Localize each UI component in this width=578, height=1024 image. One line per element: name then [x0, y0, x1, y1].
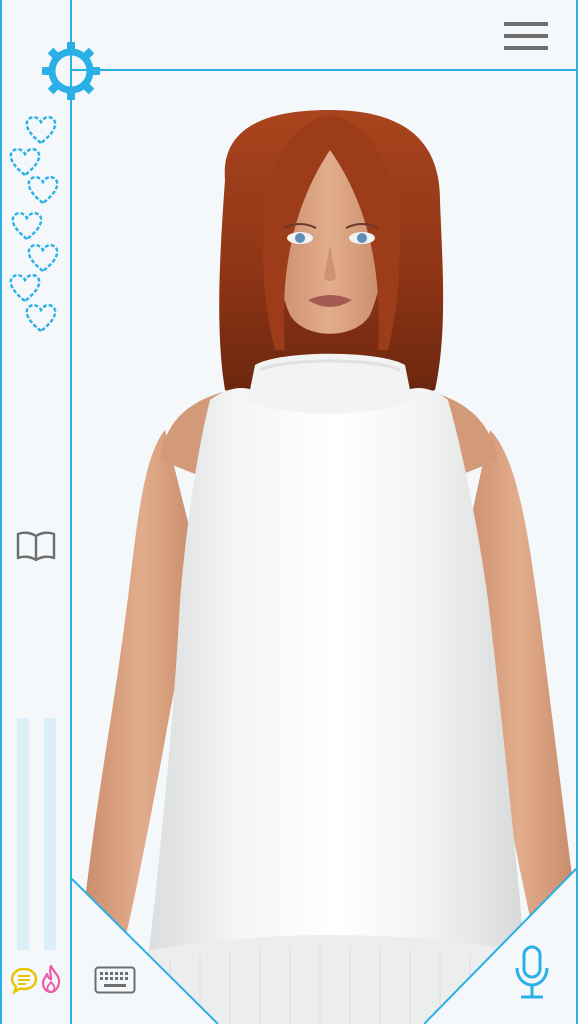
- bottom-right-corner-panel: [424, 868, 578, 1024]
- heart-icon: [25, 115, 57, 145]
- app-screen: [0, 0, 578, 1024]
- microphone-icon[interactable]: [512, 944, 552, 1000]
- heart-icon: [25, 303, 57, 333]
- frame-top-divider: [70, 69, 578, 71]
- left-level-meter: [17, 718, 29, 950]
- heart-icon: [11, 211, 43, 241]
- hamburger-menu-icon[interactable]: [503, 20, 549, 54]
- keyboard-icon[interactable]: [94, 966, 136, 994]
- affection-hearts: [6, 114, 66, 336]
- heart-icon: [27, 243, 59, 273]
- frame-left-divider: [70, 0, 72, 880]
- frame-left-border: [0, 0, 2, 1024]
- open-book-icon[interactable]: [16, 530, 56, 564]
- chat-bubble-icon[interactable]: [10, 966, 38, 994]
- bottom-left-corner-panel: [70, 878, 219, 1024]
- flame-icon[interactable]: [40, 964, 62, 994]
- heart-icon: [27, 175, 59, 205]
- heart-icon: [9, 273, 41, 303]
- right-level-meter: [44, 718, 56, 950]
- gear-icon[interactable]: [40, 40, 102, 102]
